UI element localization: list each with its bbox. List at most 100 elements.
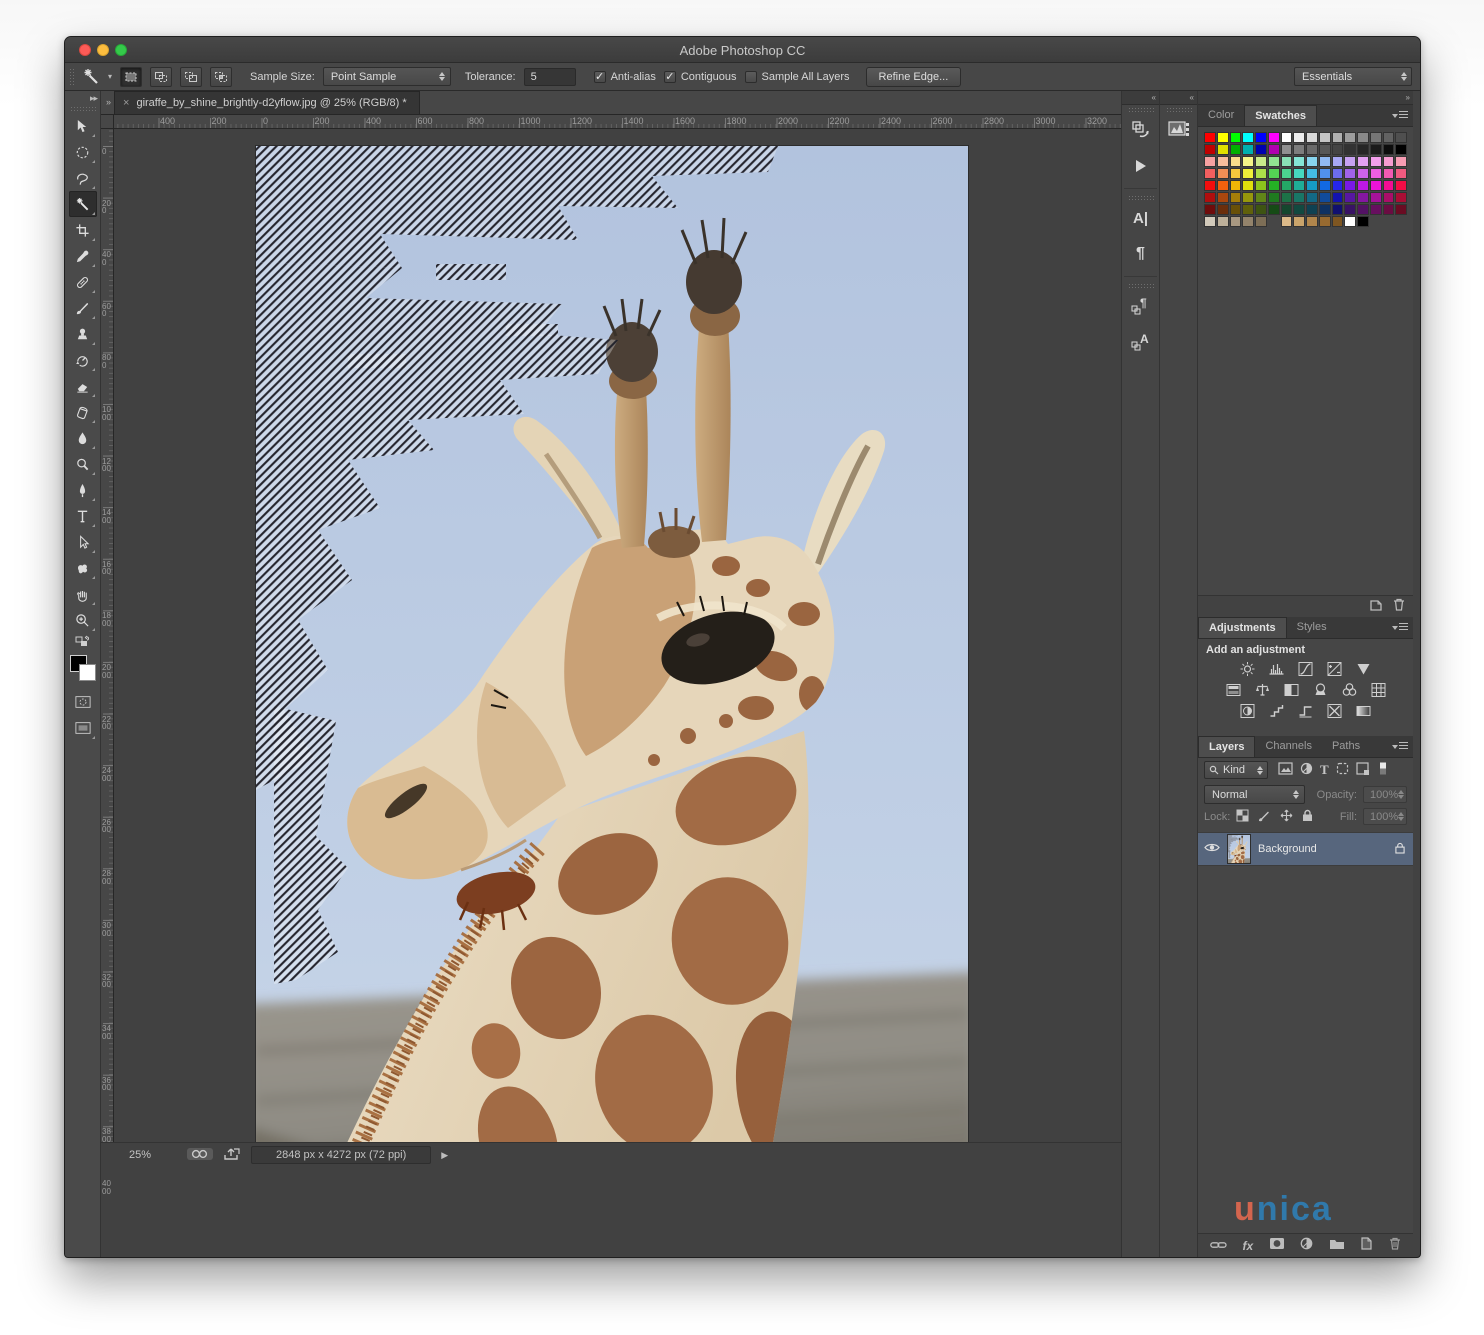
color-swatch[interactable] <box>1395 192 1407 203</box>
filter-pixel-layers-icon[interactable] <box>1278 762 1293 778</box>
lock-image-pixels-icon[interactable] <box>1258 809 1271 825</box>
opacity-dropdown[interactable]: 100% <box>1363 786 1407 803</box>
color-swatch[interactable] <box>1217 204 1229 215</box>
color-swatch[interactable] <box>1217 216 1229 227</box>
color-swatch[interactable] <box>1344 144 1356 155</box>
color-swatch[interactable] <box>1268 156 1280 167</box>
color-swatch[interactable] <box>1332 204 1344 215</box>
color-swatch[interactable] <box>1370 180 1382 191</box>
color-swatch[interactable] <box>1319 216 1331 227</box>
dodge-tool[interactable] <box>69 451 97 477</box>
color-swatch[interactable] <box>1204 192 1216 203</box>
new-adjustment-layer-icon[interactable] <box>1300 1237 1313 1255</box>
color-swatch[interactable] <box>1242 180 1254 191</box>
color-swatch[interactable] <box>1242 192 1254 203</box>
color-swatch[interactable] <box>1332 192 1344 203</box>
panel-grip[interactable] <box>1128 107 1154 112</box>
tab-styles[interactable]: Styles <box>1287 617 1337 638</box>
tab-overflow-icon[interactable]: » <box>106 97 110 107</box>
tolerance-input[interactable]: 5 <box>524 68 576 86</box>
exposure-adjustment-icon[interactable] <box>1325 660 1344 677</box>
color-swatch[interactable] <box>1306 168 1318 179</box>
color-swatch[interactable] <box>1344 156 1356 167</box>
color-swatch[interactable] <box>1293 144 1305 155</box>
color-swatch[interactable] <box>1344 204 1356 215</box>
color-lookup-adjustment-icon[interactable] <box>1369 681 1388 698</box>
color-swatch[interactable] <box>1370 204 1382 215</box>
levels-adjustment-icon[interactable] <box>1267 660 1286 677</box>
color-swatch[interactable] <box>1319 156 1331 167</box>
toolbar-grip[interactable] <box>70 106 96 111</box>
color-swatch[interactable] <box>1268 192 1280 203</box>
color-swatch[interactable] <box>1204 132 1216 143</box>
color-swatch[interactable] <box>1357 192 1369 203</box>
black-white-adjustment-icon[interactable] <box>1282 681 1301 698</box>
color-swatch[interactable] <box>1383 156 1395 167</box>
brush-tool[interactable] <box>69 295 97 321</box>
tab-paths[interactable]: Paths <box>1322 736 1370 757</box>
layer-row-background[interactable]: Background <box>1198 832 1413 866</box>
color-swatch[interactable] <box>1370 192 1382 203</box>
color-swatch[interactable] <box>1281 192 1293 203</box>
color-swatch[interactable] <box>1344 192 1356 203</box>
color-balance-adjustment-icon[interactable] <box>1253 681 1272 698</box>
threshold-adjustment-icon[interactable] <box>1296 702 1315 719</box>
color-swatch[interactable] <box>1204 216 1216 227</box>
color-swatch[interactable] <box>1217 156 1229 167</box>
filter-smart-objects-icon[interactable] <box>1356 762 1370 778</box>
eraser-tool[interactable] <box>69 373 97 399</box>
color-swatch[interactable] <box>1293 156 1305 167</box>
type-tool[interactable] <box>69 503 97 529</box>
color-swatch[interactable] <box>1217 144 1229 155</box>
filter-adjustment-layers-icon[interactable] <box>1300 762 1313 778</box>
posterize-adjustment-icon[interactable] <box>1267 702 1286 719</box>
tab-channels[interactable]: Channels <box>1255 736 1321 757</box>
color-swatch[interactable] <box>1230 156 1242 167</box>
filter-type-layers-icon[interactable]: T <box>1320 762 1329 778</box>
color-swatch[interactable] <box>1357 132 1369 143</box>
color-swatch[interactable] <box>1395 144 1407 155</box>
color-swatch[interactable] <box>1306 216 1318 227</box>
color-swatch[interactable] <box>1204 168 1216 179</box>
color-swatch[interactable] <box>1319 192 1331 203</box>
color-swatch[interactable] <box>1255 204 1267 215</box>
tab-layers[interactable]: Layers <box>1198 736 1255 757</box>
lock-all-icon[interactable] <box>1302 809 1313 825</box>
toolbar-expand-icon[interactable]: ▸▸ <box>90 93 97 104</box>
color-swatch[interactable] <box>1332 216 1344 227</box>
tab-adjustments[interactable]: Adjustments <box>1198 617 1287 638</box>
layer-filtering-toggle[interactable] <box>1379 762 1387 778</box>
color-swatch[interactable] <box>1319 168 1331 179</box>
add-to-selection-mode-button[interactable] <box>150 67 172 87</box>
color-swatch[interactable] <box>1319 144 1331 155</box>
new-group-icon[interactable] <box>1329 1237 1345 1255</box>
color-swatch[interactable] <box>1230 168 1242 179</box>
collapse-arrows-icon[interactable]: « <box>1122 91 1159 105</box>
vertical-ruler[interactable]: 0200400600800100012001400160018002000220… <box>101 129 114 1142</box>
blend-mode-dropdown[interactable]: Normal <box>1204 785 1305 804</box>
color-swatch[interactable] <box>1395 168 1407 179</box>
color-swatch[interactable] <box>1281 180 1293 191</box>
color-swatch[interactable] <box>1395 180 1407 191</box>
color-swatch[interactable] <box>1255 156 1267 167</box>
color-swatch[interactable] <box>1383 168 1395 179</box>
document-tab[interactable]: × giraffe_by_shine_brightly-d2yflow.jpg … <box>114 91 420 114</box>
lasso-tool[interactable] <box>69 165 97 191</box>
color-swatch[interactable] <box>1395 156 1407 167</box>
blur-tool[interactable] <box>69 425 97 451</box>
color-swatch[interactable] <box>1242 156 1254 167</box>
layer-effects-icon[interactable]: fx <box>1243 1239 1254 1253</box>
color-swatch[interactable] <box>1255 180 1267 191</box>
invert-adjustment-icon[interactable] <box>1238 702 1257 719</box>
background-color-swatch[interactable] <box>79 664 96 681</box>
layer-filter-kind-dropdown[interactable]: Kind <box>1204 761 1268 779</box>
color-swatch[interactable] <box>1306 156 1318 167</box>
color-swatch[interactable] <box>1242 132 1254 143</box>
color-swatch[interactable] <box>1395 132 1407 143</box>
color-swatch[interactable] <box>1332 168 1344 179</box>
color-swatch[interactable] <box>1383 192 1395 203</box>
color-swatch[interactable] <box>1293 192 1305 203</box>
foreground-background-colors[interactable] <box>70 655 96 681</box>
lock-position-icon[interactable] <box>1280 809 1293 825</box>
subtract-from-selection-mode-button[interactable] <box>180 67 202 87</box>
